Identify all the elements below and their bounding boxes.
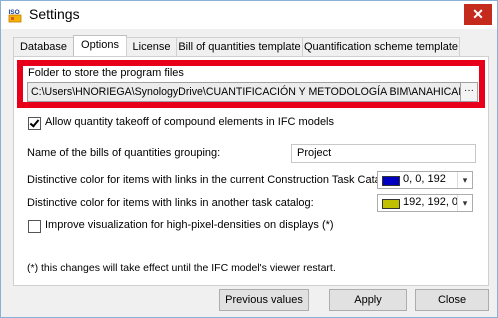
grouping-name-input[interactable]: Project xyxy=(291,144,476,163)
allow-compound-label: Allow quantity takeoff of compound eleme… xyxy=(45,116,335,128)
tab-quantification-scheme-template[interactable]: Quantification scheme template xyxy=(302,37,460,57)
other-catalog-color-label: Distinctive color for items with links i… xyxy=(27,197,314,209)
color-swatch xyxy=(382,199,400,209)
svg-text:ISO: ISO xyxy=(9,9,20,16)
tab-options[interactable]: Options xyxy=(73,35,127,58)
current-catalog-color-label: Distinctive color for items with links i… xyxy=(27,174,399,186)
settings-window: ISO Settings ✕ Database Options License … xyxy=(0,0,498,318)
color-swatch xyxy=(382,176,400,186)
restart-note: (*) this changes will take effect until … xyxy=(27,262,336,274)
high-dpi-checkbox[interactable] xyxy=(28,220,41,233)
chevron-down-icon: ▾ xyxy=(457,195,472,211)
options-panel: Folder to store the program files C:\Use… xyxy=(13,56,489,286)
title-bar[interactable]: ISO Settings ✕ xyxy=(1,1,497,29)
grouping-name-label: Name of the bills of quantities grouping… xyxy=(27,147,221,159)
other-catalog-color-value: 192, 192, 0 xyxy=(403,196,459,208)
close-button[interactable]: Close xyxy=(415,289,489,311)
current-catalog-color-select[interactable]: 0, 0, 192 ▾ xyxy=(377,171,473,189)
iso-settings-icon: ISO xyxy=(9,9,22,23)
tab-bill-of-quantities-template[interactable]: Bill of quantities template xyxy=(176,37,303,57)
tab-database[interactable]: Database xyxy=(13,37,74,57)
previous-values-button[interactable]: Previous values xyxy=(219,289,309,311)
close-window-button[interactable]: ✕ xyxy=(464,4,492,25)
browse-folder-button[interactable]: ··· xyxy=(460,82,478,102)
window-title: Settings xyxy=(29,6,80,22)
tab-strip: Database Options License Bill of quantit… xyxy=(13,35,489,58)
other-catalog-color-select[interactable]: 192, 192, 0 ▾ xyxy=(377,194,473,212)
apply-button[interactable]: Apply xyxy=(329,289,407,311)
allow-compound-checkbox[interactable] xyxy=(28,117,41,130)
folder-path-field[interactable]: C:\Users\HNORIEGA\SynologyDrive\CUANTIFI… xyxy=(27,82,461,102)
tab-license[interactable]: License xyxy=(126,37,177,57)
current-catalog-color-value: 0, 0, 192 xyxy=(403,173,446,185)
chevron-down-icon: ▾ xyxy=(457,172,472,188)
high-dpi-label: Improve visualization for high-pixel-den… xyxy=(45,219,334,231)
folder-label: Folder to store the program files xyxy=(28,67,184,79)
